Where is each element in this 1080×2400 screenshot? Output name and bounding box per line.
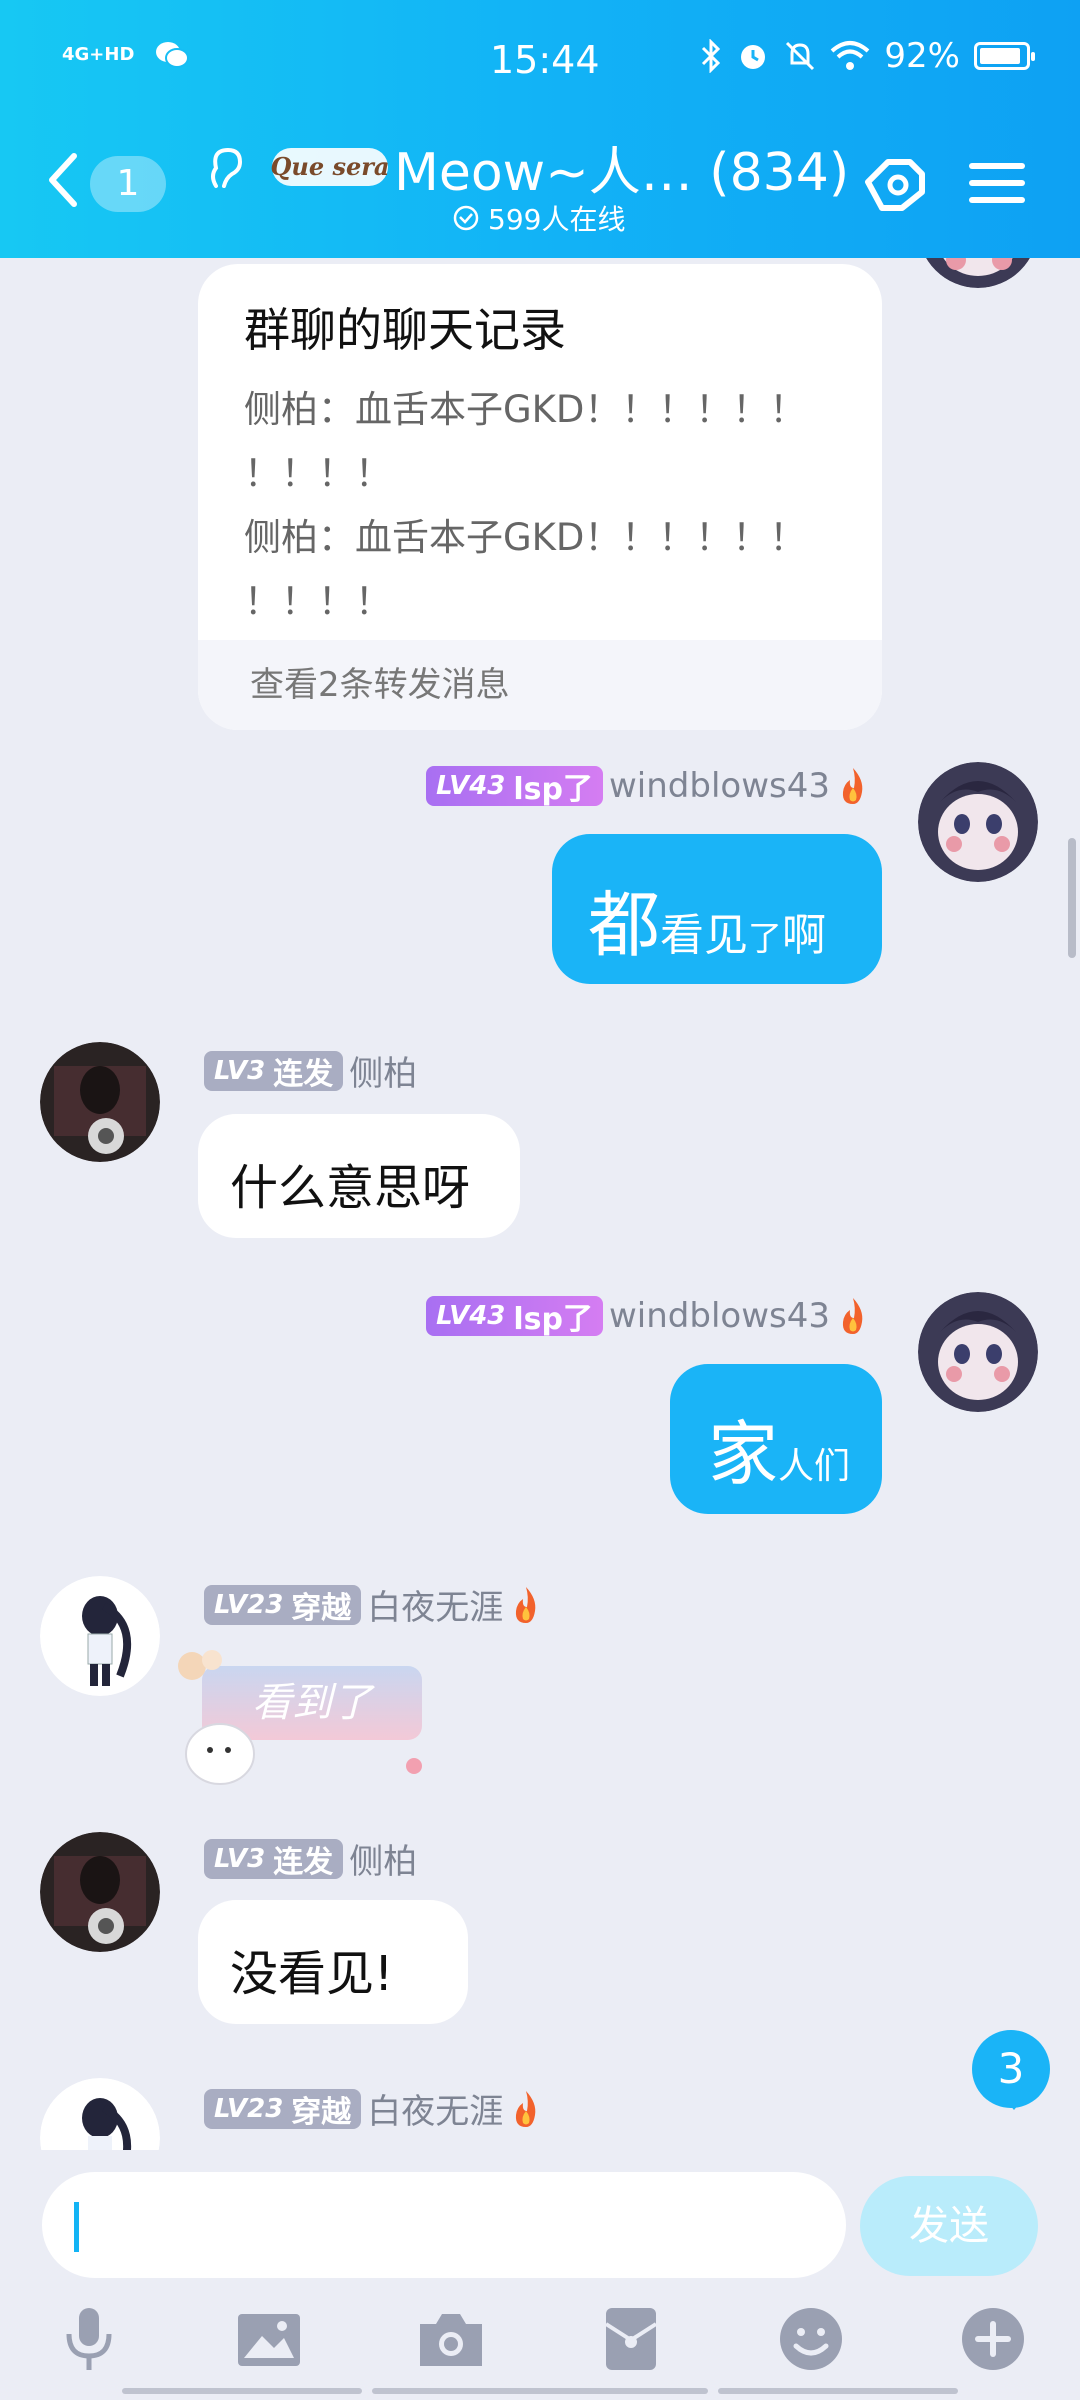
gesture-bar	[122, 2388, 362, 2394]
svg-text:看到了: 看到了	[252, 1680, 375, 1726]
avatar-windblows43[interactable]	[918, 1292, 1038, 1412]
sender-meta: LV43 lsp了 windblows43	[426, 1296, 870, 1337]
forwarded-message-card[interactable]: 群聊的聊天记录 侧柏：血舌本子GKD！！！！！！ ！！！！ 侧柏：血舌本子GKD…	[198, 264, 882, 730]
network-indicator: 4G+HD	[62, 40, 189, 70]
level-tag: LV43 lsp了	[426, 766, 603, 807]
message-bubble[interactable]: 家人们	[670, 1364, 882, 1514]
sender-meta: LV23 穿越 白夜无涯	[204, 2084, 543, 2133]
menu-icon[interactable]	[960, 152, 1034, 214]
fire-icon	[842, 1298, 863, 1334]
emoji-icon[interactable]	[774, 2302, 848, 2376]
message-text: 什么意思呀	[230, 1160, 471, 1216]
avatar-windblows43[interactable]	[918, 762, 1038, 882]
level-tag: LV23 穿越	[204, 2088, 362, 2130]
forward-line: ！！！！	[244, 452, 392, 495]
forward-line: ！！！！	[244, 580, 392, 623]
sender-name[interactable]: windblows43	[609, 766, 830, 806]
scrollbar[interactable]	[1068, 838, 1076, 958]
avatar-baiye[interactable]	[40, 1576, 160, 1696]
sender-meta: LV23 穿越 白夜无涯	[204, 1580, 543, 1629]
forward-line: 侧柏：血舌本子GKD！！！！！！	[244, 516, 807, 559]
status-time: 15:44	[490, 38, 600, 82]
new-messages-badge[interactable]: 3	[972, 2030, 1050, 2110]
gesture-bar	[372, 2388, 708, 2394]
sender-meta: LV43 lsp了 windblows43	[426, 766, 870, 807]
link-share-icon[interactable]	[858, 152, 932, 214]
sticker-image[interactable]: 看到了	[162, 1646, 432, 1796]
level-tag: LV43 lsp了	[426, 1296, 603, 1337]
battery-icon	[974, 42, 1035, 70]
camera-icon[interactable]	[414, 2302, 488, 2376]
online-count: 599人在线	[452, 198, 625, 238]
ear-icon[interactable]	[208, 146, 244, 192]
send-button[interactable]: 发送	[860, 2176, 1038, 2276]
avatar-windblows43[interactable]	[918, 258, 1038, 288]
forward-line: 侧柏：血舌本子GKD！！！！！！	[244, 388, 807, 431]
sender-meta: LV3 连发 侧柏	[204, 1046, 417, 1095]
avatar-cebai[interactable]	[40, 1042, 160, 1162]
online-label: 599人在线	[488, 203, 626, 236]
level-tag: LV3 连发	[204, 1838, 344, 1880]
message-text: 没看见!	[230, 1946, 394, 2002]
level-tag: LV3 连发	[204, 1050, 344, 1092]
text-caret	[74, 2202, 79, 2252]
fire-icon	[516, 2090, 536, 2127]
battery-label: 92%	[884, 36, 960, 76]
sender-name[interactable]: 侧柏	[349, 1046, 417, 1095]
group-logo: Que sera	[271, 148, 390, 186]
sender-name[interactable]: 白夜无涯	[367, 2084, 503, 2133]
forward-title: 群聊的聊天记录	[244, 303, 566, 357]
wechat-icon	[155, 42, 189, 68]
alarm-icon	[741, 45, 766, 69]
sender-name[interactable]: windblows43	[609, 1296, 830, 1336]
message-text: 家人们	[708, 1413, 851, 1495]
chat-area[interactable]: 群聊的聊天记录 侧柏：血舌本子GKD！！！！！！ ！！！！ 侧柏：血舌本子GKD…	[0, 258, 1080, 2150]
status-bar: 4G+HD 15:44 92%	[0, 0, 1080, 120]
fire-icon	[842, 768, 863, 804]
avatar-cebai[interactable]	[40, 1832, 160, 1952]
wifi-icon	[831, 41, 870, 70]
avatar-baiye[interactable]	[40, 2078, 160, 2150]
unread-count-badge[interactable]: 1	[90, 156, 166, 212]
red-packet-icon[interactable]	[594, 2302, 668, 2376]
sender-name[interactable]: 侧柏	[349, 1834, 417, 1883]
message-bubble[interactable]: 没看见!	[198, 1900, 468, 2024]
microphone-icon[interactable]	[52, 2302, 126, 2376]
level-tag: LV23 穿越	[204, 1584, 362, 1626]
back-icon[interactable]	[44, 150, 84, 210]
network-label: 4G+HD	[62, 44, 135, 65]
svg-text:Que sera: Que sera	[271, 152, 390, 181]
sender-meta: LV3 连发 侧柏	[204, 1834, 417, 1883]
gesture-bar	[718, 2388, 958, 2394]
group-name[interactable]: Meow~人… (834)	[394, 130, 849, 205]
mute-bell-icon	[786, 41, 815, 71]
fire-icon	[516, 1586, 536, 1623]
view-forwarded-link[interactable]: 查看2条转发消息	[198, 640, 882, 730]
status-right: 92%	[700, 36, 1035, 76]
message-input[interactable]	[42, 2172, 846, 2278]
online-check-icon	[453, 205, 479, 231]
plus-icon[interactable]	[956, 2302, 1030, 2376]
message-bubble[interactable]: 都看见了啊	[552, 834, 882, 984]
chat-header: 4G+HD 15:44 92% 1 Que sera Meow~人… (834)…	[0, 0, 1080, 258]
bluetooth-icon	[702, 39, 721, 73]
input-bar: 发送	[0, 2150, 1080, 2400]
image-icon[interactable]	[232, 2302, 306, 2376]
message-text: 都看见了啊	[588, 883, 827, 967]
message-bubble[interactable]: 什么意思呀	[198, 1114, 520, 1238]
sender-name[interactable]: 白夜无涯	[367, 1580, 503, 1629]
